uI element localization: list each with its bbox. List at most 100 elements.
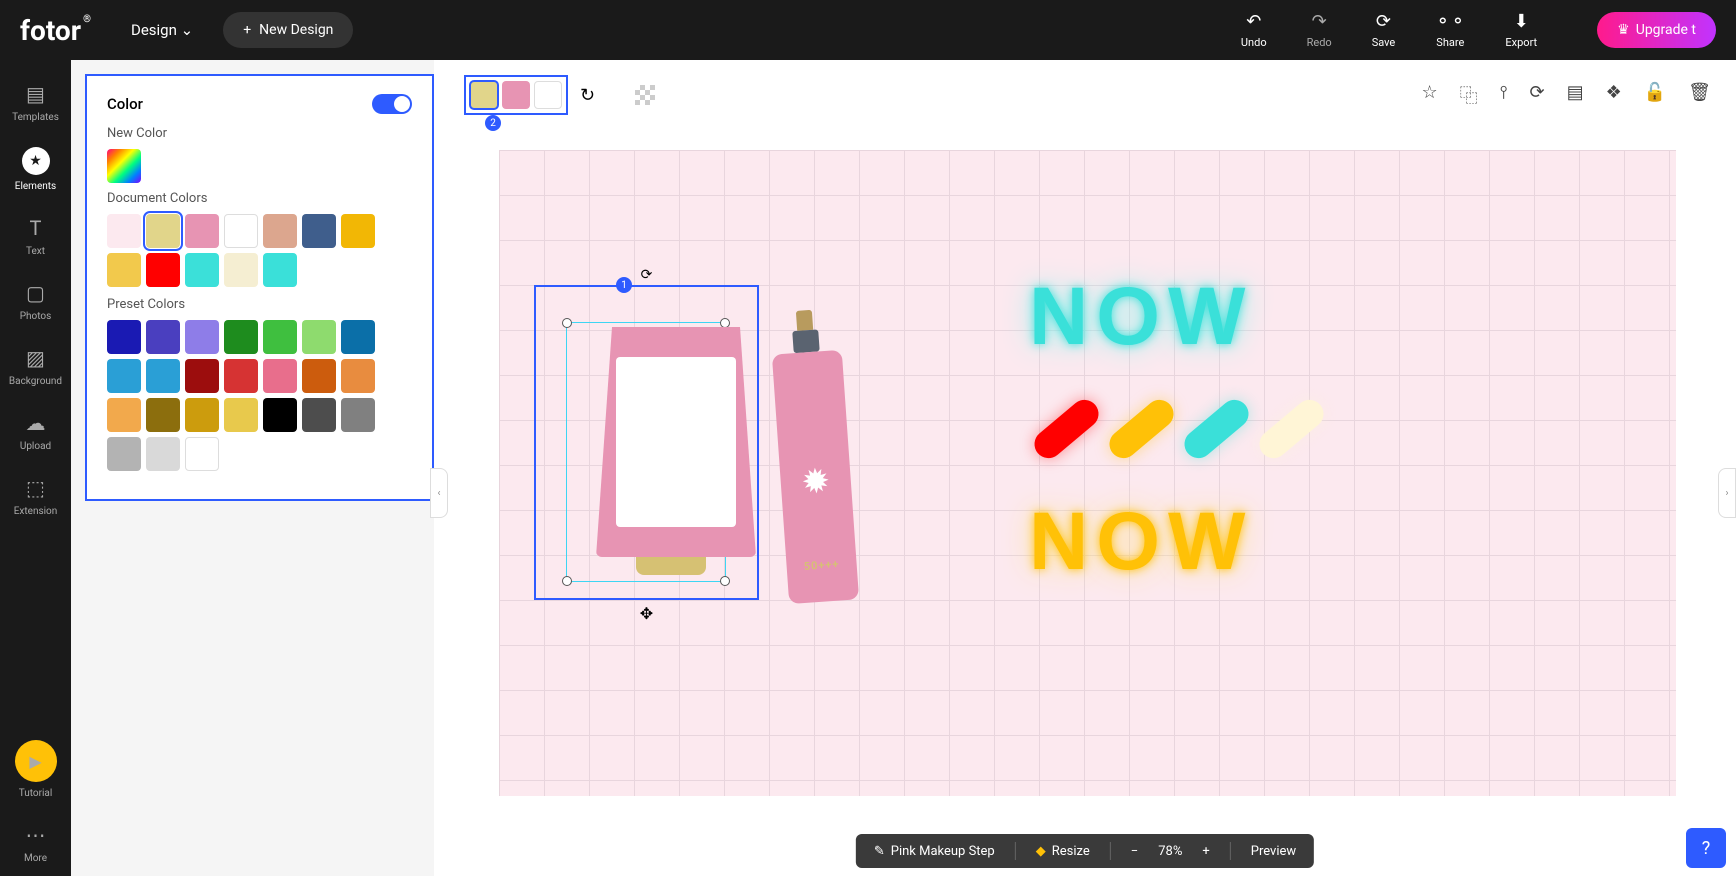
- document-color-swatch[interactable]: [185, 253, 219, 287]
- color-toggle[interactable]: [372, 94, 412, 114]
- sidebar-item-tutorial[interactable]: ▶ Tutorial: [0, 728, 71, 811]
- document-color-swatch[interactable]: [263, 253, 297, 287]
- preset-color-swatch[interactable]: [185, 320, 219, 354]
- document-color-swatch[interactable]: [107, 214, 141, 248]
- transparency-icon[interactable]: [635, 85, 655, 105]
- preset-color-swatch[interactable]: [302, 320, 336, 354]
- sidebar-item-photos[interactable]: ▢ Photos: [0, 269, 71, 334]
- rotate-icon[interactable]: ⟳: [1529, 82, 1544, 108]
- rotate-handle-icon[interactable]: ⟳: [641, 267, 653, 283]
- document-color-swatch[interactable]: [107, 253, 141, 287]
- new-color-picker[interactable]: [107, 149, 141, 183]
- preset-color-swatch[interactable]: [341, 359, 375, 393]
- preset-color-swatch[interactable]: [302, 398, 336, 432]
- document-color-swatch[interactable]: [146, 214, 180, 248]
- preset-color-swatch[interactable]: [146, 437, 180, 471]
- preset-color-swatch[interactable]: [302, 359, 336, 393]
- neon-text-yellow[interactable]: NOW: [1029, 495, 1253, 589]
- resize-button[interactable]: ◆ Resize: [1036, 844, 1090, 859]
- star-icon[interactable]: ☆: [1421, 82, 1437, 108]
- help-icon: ?: [1702, 838, 1711, 859]
- app-logo[interactable]: fotor®: [20, 14, 81, 47]
- preset-color-swatch[interactable]: [341, 398, 375, 432]
- color-panel-title: Color: [107, 95, 143, 113]
- undo-icon: ↶: [1246, 11, 1261, 32]
- pill-white: [1254, 394, 1329, 464]
- document-color-swatch[interactable]: [224, 214, 258, 248]
- design-dropdown[interactable]: Design ⌄: [131, 21, 193, 39]
- preset-color-swatch[interactable]: [185, 437, 219, 471]
- align-icon[interactable]: ⫯: [1500, 82, 1508, 108]
- selection-box[interactable]: 1 ⟳ ✥: [534, 285, 759, 600]
- preset-color-swatch[interactable]: [146, 359, 180, 393]
- document-color-swatch[interactable]: [146, 253, 180, 287]
- element-color-2[interactable]: [502, 81, 530, 109]
- preset-color-swatch[interactable]: [341, 320, 375, 354]
- badge-2: 2: [485, 115, 501, 131]
- sidebar-item-extension[interactable]: ⬚ Extension: [0, 464, 71, 529]
- preset-color-swatch[interactable]: [224, 398, 258, 432]
- handle-tr[interactable]: [720, 318, 730, 328]
- preset-color-swatch[interactable]: [107, 320, 141, 354]
- sidebar-item-upload[interactable]: ☁ Upload: [0, 399, 71, 464]
- preset-color-swatch[interactable]: [263, 398, 297, 432]
- neon-text-cyan[interactable]: NOW: [1029, 270, 1253, 364]
- preset-color-swatch[interactable]: [107, 437, 141, 471]
- elements-icon: ★: [22, 147, 50, 175]
- artboard[interactable]: 1 ⟳ ✥ ✹: [499, 150, 1676, 796]
- expand-right-handle[interactable]: ›: [1718, 468, 1736, 518]
- preset-colors-label: Preset Colors: [107, 297, 412, 312]
- copy-icon[interactable]: ⿻: [1460, 82, 1478, 108]
- preset-color-swatch[interactable]: [146, 320, 180, 354]
- document-color-swatch[interactable]: [341, 214, 375, 248]
- redo-button[interactable]: ↷ Redo: [1307, 11, 1332, 49]
- spray-element[interactable]: ✹ 50+++: [769, 308, 859, 604]
- document-color-swatch[interactable]: [263, 214, 297, 248]
- handle-tl[interactable]: [562, 318, 572, 328]
- preset-color-swatch[interactable]: [185, 398, 219, 432]
- layers-icon[interactable]: ❖: [1606, 82, 1622, 108]
- sun-icon: ✹: [800, 461, 831, 503]
- zoom-out-button[interactable]: −: [1131, 844, 1138, 859]
- delete-icon[interactable]: 🗑: [1688, 82, 1711, 108]
- sidebar-item-templates[interactable]: ▤ Templates: [0, 70, 71, 135]
- lock-icon[interactable]: 🔓: [1644, 82, 1666, 108]
- zoom-in-button[interactable]: +: [1202, 844, 1209, 859]
- zoom-value[interactable]: 78%: [1158, 844, 1182, 859]
- element-color-1[interactable]: [470, 81, 498, 109]
- position-icon[interactable]: ▤: [1567, 82, 1584, 108]
- photos-icon: ▢: [26, 281, 45, 305]
- preset-color-swatch[interactable]: [185, 359, 219, 393]
- export-button[interactable]: ⬇ Export: [1505, 11, 1537, 49]
- document-name-button[interactable]: ✎ Pink Makeup Step: [874, 844, 995, 859]
- document-color-swatch[interactable]: [302, 214, 336, 248]
- pill-group[interactable]: [1029, 415, 1329, 443]
- sidebar-item-elements[interactable]: ★ Elements: [0, 135, 71, 204]
- badge-1: 1: [616, 277, 632, 293]
- upgrade-button[interactable]: ♛Upgrade t: [1597, 12, 1716, 48]
- help-button[interactable]: ?: [1686, 828, 1726, 868]
- rotate-icon[interactable]: ↻: [580, 85, 595, 106]
- sidebar-item-more[interactable]: ⋯ More: [0, 811, 71, 876]
- share-button[interactable]: ⚬⚬ Share: [1435, 11, 1465, 49]
- undo-button[interactable]: ↶ Undo: [1241, 11, 1267, 49]
- preset-color-swatch[interactable]: [146, 398, 180, 432]
- preview-button[interactable]: Preview: [1251, 844, 1296, 859]
- move-handle-icon[interactable]: ✥: [640, 604, 653, 623]
- preset-color-swatch[interactable]: [107, 359, 141, 393]
- handle-bl[interactable]: [562, 576, 572, 586]
- document-color-swatch[interactable]: [185, 214, 219, 248]
- preset-color-swatch[interactable]: [224, 320, 258, 354]
- element-color-3[interactable]: [534, 81, 562, 109]
- new-design-button[interactable]: +New Design: [223, 12, 353, 48]
- document-color-swatch[interactable]: [224, 253, 258, 287]
- sidebar-item-background[interactable]: ▨ Background: [0, 334, 71, 399]
- preset-color-swatch[interactable]: [263, 320, 297, 354]
- preset-color-swatch[interactable]: [224, 359, 258, 393]
- sidebar-item-text[interactable]: T Text: [0, 204, 71, 269]
- handle-br[interactable]: [720, 576, 730, 586]
- preset-color-swatch[interactable]: [107, 398, 141, 432]
- save-button[interactable]: ⟳ Save: [1372, 11, 1396, 49]
- collapse-panel-handle[interactable]: ‹: [430, 468, 448, 518]
- preset-color-swatch[interactable]: [263, 359, 297, 393]
